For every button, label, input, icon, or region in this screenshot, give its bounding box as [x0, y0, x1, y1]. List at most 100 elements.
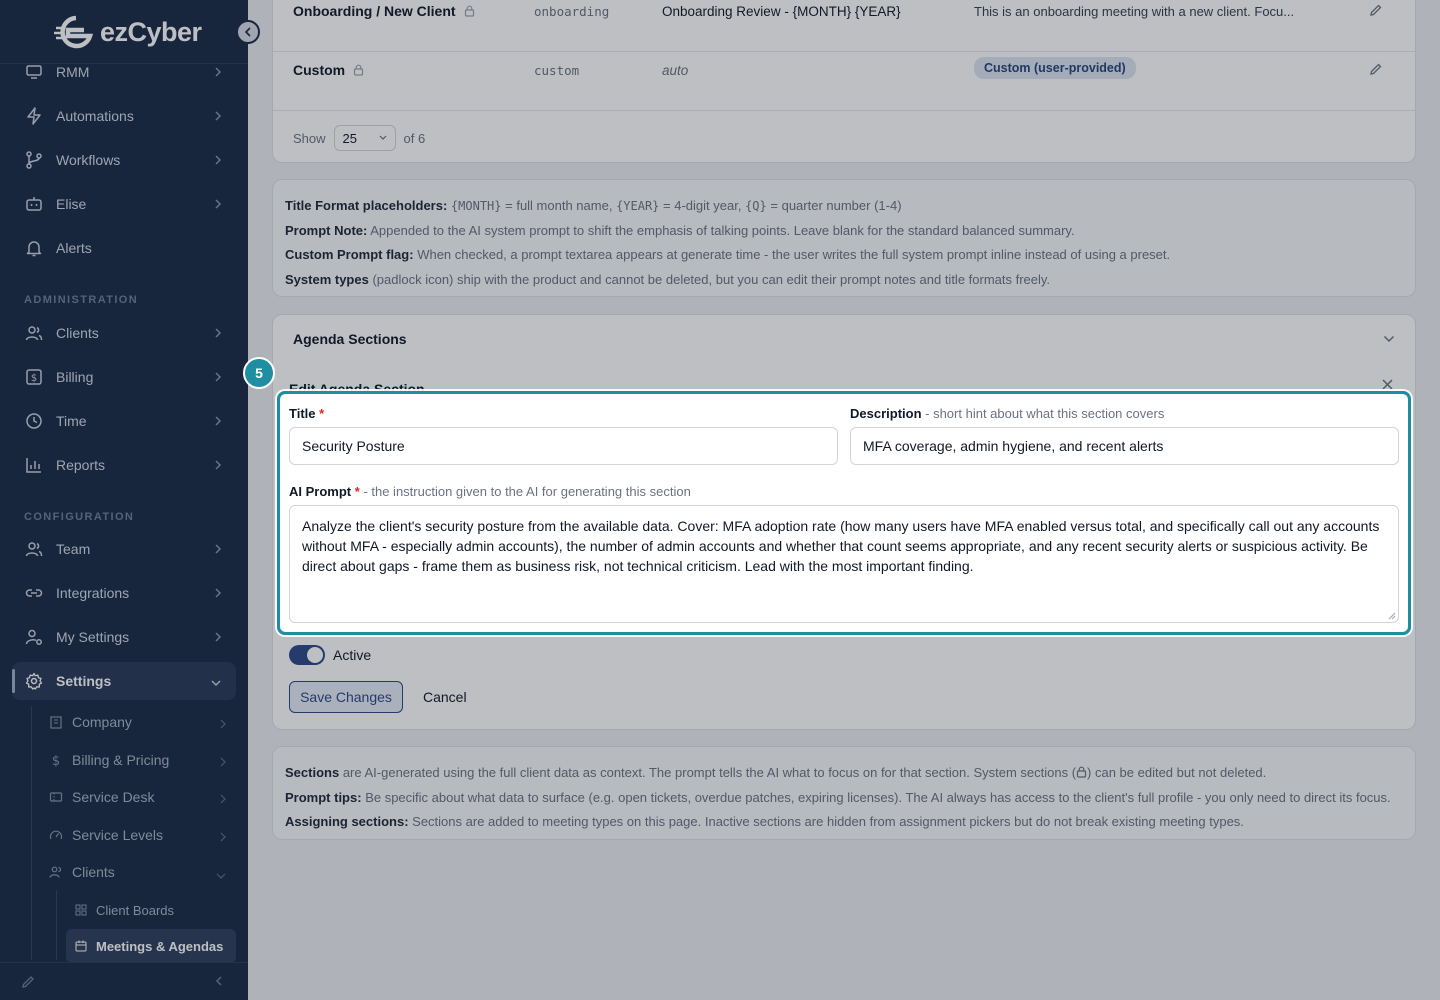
sidebar-item-elise[interactable]: Elise [12, 185, 236, 223]
edit-pencil-icon[interactable] [1369, 62, 1383, 79]
sidebar-item-time[interactable]: Time [12, 402, 236, 440]
help-text: = full month name, [505, 198, 613, 213]
sidebar-item-label: RMM [56, 64, 90, 80]
cancel-button[interactable]: Cancel [423, 689, 467, 705]
svg-text:$: $ [31, 373, 37, 384]
ticket-icon [48, 789, 64, 805]
logo-mark-icon [54, 14, 98, 50]
chevron-down-icon [379, 135, 386, 140]
sidebar-item-rmm[interactable]: RMM [12, 53, 236, 91]
gauge-icon [48, 827, 64, 843]
chevron-right-icon [220, 791, 226, 807]
chevron-right-icon [214, 109, 222, 125]
title-input[interactable]: Security Posture [289, 427, 838, 465]
title-format: Onboarding Review - {MONTH} {YEAR} [662, 3, 901, 19]
resize-handle-icon[interactable] [1388, 612, 1396, 620]
sidebar-item-settings[interactable]: Settings [12, 662, 236, 700]
sidebar-item-label: Workflows [56, 152, 121, 168]
tree-line [31, 706, 32, 960]
title-label-text: Title [289, 406, 316, 421]
chevron-right-icon [214, 414, 222, 430]
help-line: Custom Prompt flag: When checked, a prom… [285, 243, 1403, 268]
chevron-right-icon [220, 829, 226, 845]
help-text: Sections are added to meeting types on t… [412, 814, 1244, 829]
user-gear-icon [24, 627, 44, 647]
bell-icon [24, 238, 44, 258]
collapse-sidebar-icon[interactable] [215, 975, 223, 990]
padlock-icon [464, 5, 474, 17]
monitor-icon [24, 62, 44, 82]
sidebar-item-my-settings[interactable]: My Settings [12, 618, 236, 656]
sidebar-item-label: My Settings [56, 629, 130, 645]
chevron-right-icon [214, 370, 222, 386]
sidebar-subitem-client-boards[interactable]: Client Boards [66, 893, 236, 927]
pencil-icon[interactable] [20, 974, 36, 993]
chevron-right-icon [214, 153, 222, 169]
meeting-type-name: Onboarding / New Client [293, 3, 475, 19]
sidebar-item-clients[interactable]: Clients [12, 314, 236, 352]
description-label-text: Description [850, 406, 922, 421]
section-label-configuration: CONFIGURATION [24, 511, 135, 523]
active-toggle[interactable] [289, 645, 325, 665]
help-text: Appended to the AI system prompt to shif… [370, 222, 1075, 238]
save-changes-button[interactable]: Save Changes [289, 681, 403, 713]
sidebar-item-label: Alerts [56, 240, 92, 256]
agenda-sections-heading: Agenda Sections [293, 331, 407, 347]
sidebar-subitem-meetings-agendas[interactable]: Meetings & Agendas [66, 929, 236, 963]
help-text: (padlock icon) ship with the product and… [372, 271, 1051, 287]
help-key: Sections [285, 765, 340, 780]
sidebar-subitem-clients[interactable]: Clients [40, 855, 236, 889]
sidebar-item-team[interactable]: Team [12, 530, 236, 568]
help-line: Sections are AI-generated using the full… [285, 761, 1403, 786]
placeholder-token: {Q} [745, 199, 767, 213]
sidebar-item-integrations[interactable]: Integrations [12, 574, 236, 612]
custom-badge: Custom (user-provided) [974, 57, 1136, 79]
dollar-icon: $ [48, 752, 64, 768]
ai-prompt-textarea[interactable]: Analyze the client's security posture fr… [289, 505, 1399, 623]
sidebar-subitem-label: Clients [72, 864, 115, 880]
description-label: Description - short hint about what this… [850, 406, 1164, 421]
lightning-icon [24, 106, 44, 126]
sidebar-item-automations[interactable]: Automations [12, 97, 236, 135]
collapse-sidebar-button[interactable] [236, 20, 260, 44]
title-input-value: Security Posture [302, 438, 405, 454]
svg-text:$: $ [52, 754, 60, 767]
active-label: Active [333, 647, 372, 663]
description-input[interactable]: MFA coverage, admin hygiene, and recent … [850, 427, 1399, 465]
row-divider [273, 51, 1417, 52]
branch-icon [24, 150, 44, 170]
sidebar-subitem-billing-pricing[interactable]: $ Billing & Pricing [40, 743, 236, 777]
help-line: Prompt tips: Be specific about what data… [285, 786, 1403, 811]
ai-prompt-value: Analyze the client's security posture fr… [302, 518, 1380, 574]
sidebar-subitem-service-desk[interactable]: Service Desk [40, 780, 236, 814]
placeholder-token: {YEAR} [616, 199, 660, 213]
help-key: Assigning sections: [285, 814, 409, 829]
clock-icon [24, 411, 44, 431]
section-label-administration: ADMINISTRATION [24, 294, 139, 306]
calendar-icon [74, 939, 88, 953]
sidebar-item-reports[interactable]: Reports [12, 446, 236, 484]
row-divider [273, 110, 1417, 111]
chevron-right-icon [214, 197, 222, 213]
ezcyber-logo[interactable]: ezCyber [54, 14, 202, 50]
sidebar-item-billing[interactable]: $ Billing [12, 358, 236, 396]
edit-pencil-icon[interactable] [1369, 3, 1383, 20]
users-icon [24, 323, 44, 343]
sidebar-subitem-company[interactable]: Company [40, 705, 236, 739]
chevron-right-icon [220, 754, 226, 770]
show-label: Show [293, 130, 326, 146]
description-input-value: MFA coverage, admin hygiene, and recent … [863, 438, 1164, 454]
padlock-icon [354, 64, 364, 76]
padlock-icon [1076, 766, 1087, 778]
ai-prompt-label-text: AI Prompt [289, 484, 352, 499]
help-key: System types [285, 271, 369, 287]
help-text: = 4-digit year, [663, 198, 742, 213]
sidebar-subitem-service-levels[interactable]: Service Levels [40, 818, 236, 852]
sidebar-item-label: Reports [56, 457, 106, 473]
chevron-down-icon[interactable] [1383, 331, 1395, 346]
help-line: System types (padlock icon) ship with th… [285, 268, 1403, 293]
sidebar-item-alerts[interactable]: Alerts [12, 229, 236, 267]
sidebar-item-workflows[interactable]: Workflows [12, 141, 236, 179]
sidebar-item-label: Integrations [56, 585, 130, 601]
page-size-select[interactable]: 25 [333, 125, 396, 151]
